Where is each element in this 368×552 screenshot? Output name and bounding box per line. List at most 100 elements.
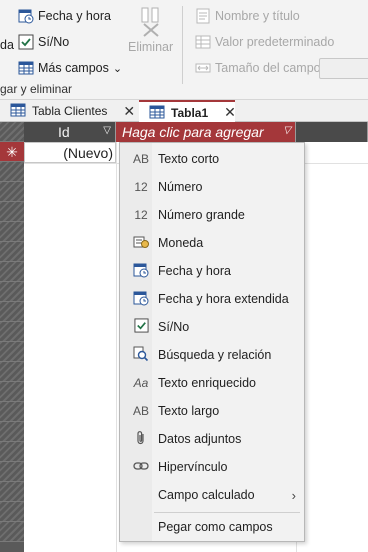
table-icon bbox=[149, 105, 165, 121]
row-selector bbox=[0, 162, 24, 182]
currency-icon bbox=[132, 235, 150, 252]
new-record-marker[interactable]: ✳ bbox=[0, 142, 24, 162]
row-selector bbox=[0, 442, 24, 462]
ribbon-group-label: gar y eliminar bbox=[0, 82, 73, 96]
menu-item-label: Hipervínculo bbox=[158, 460, 228, 474]
more-fields-label: Más campos bbox=[38, 61, 109, 75]
rich-text-icon: Aa bbox=[133, 376, 149, 390]
yes-no-field-button[interactable]: Sí/No bbox=[18, 34, 69, 50]
field-size-label: Tamaño del campo bbox=[215, 61, 321, 75]
record-selector-column: ✳ bbox=[0, 122, 24, 552]
row-selector bbox=[0, 522, 24, 542]
lookup-icon bbox=[132, 346, 150, 365]
menu-item-label: Fecha y hora extendida bbox=[158, 292, 289, 306]
column-dropdown-icon[interactable]: ▽ bbox=[283, 125, 291, 136]
default-value-icon bbox=[195, 34, 211, 50]
menu-item-label: Moneda bbox=[158, 236, 204, 250]
menu-item-attachment[interactable]: Datos adjuntos bbox=[120, 425, 304, 453]
ribbon-separator bbox=[182, 6, 183, 84]
tab-label: Tabla Clientes bbox=[32, 104, 108, 118]
menu-item-long-text[interactable]: AB Texto largo bbox=[120, 397, 304, 425]
menu-item-label: Campo calculado bbox=[158, 488, 255, 502]
menu-item-label: Fecha y hora bbox=[158, 264, 231, 278]
date-time-icon bbox=[132, 262, 150, 281]
menu-item-calculated-field[interactable]: Campo calculado › bbox=[120, 481, 304, 509]
name-caption-icon bbox=[195, 8, 211, 24]
column-header-add-field[interactable]: Haga clic para agregar ▽ bbox=[116, 122, 296, 142]
menu-item-label: Búsqueda y relación bbox=[158, 348, 272, 362]
name-caption-button[interactable]: Nombre y título bbox=[195, 8, 300, 24]
tab-tabla1[interactable]: Tabla1 ✕ bbox=[139, 100, 236, 123]
column-dropdown-icon[interactable]: ▽ bbox=[103, 125, 111, 136]
chevron-right-icon: › bbox=[291, 487, 296, 503]
menu-item-label: Sí/No bbox=[158, 320, 190, 334]
menu-item-yes-no[interactable]: Sí/No bbox=[120, 313, 304, 341]
delete-icon bbox=[138, 6, 164, 38]
field-size-label-group: Tamaño del campo bbox=[195, 60, 321, 76]
name-caption-label: Nombre y título bbox=[215, 9, 300, 23]
menu-item-label: Pegar como campos bbox=[158, 520, 273, 534]
menu-item-hyperlink[interactable]: Hipervínculo bbox=[120, 453, 304, 481]
tab-tabla-clientes[interactable]: Tabla Clientes ✕ bbox=[0, 100, 139, 122]
field-size-input[interactable] bbox=[319, 58, 368, 79]
menu-item-number[interactable]: 12 Número bbox=[120, 173, 304, 201]
table-icon bbox=[10, 103, 26, 119]
checkbox-icon bbox=[132, 318, 150, 336]
menu-item-label: Datos adjuntos bbox=[158, 432, 242, 446]
row-selector bbox=[0, 262, 24, 282]
row-selector bbox=[0, 302, 24, 322]
date-time-field-button[interactable]: Fecha y hora bbox=[18, 8, 111, 24]
column-header-id[interactable]: Id ▽ bbox=[24, 122, 116, 142]
paperclip-icon bbox=[132, 430, 150, 449]
grid-line bbox=[116, 142, 117, 552]
row-selector bbox=[0, 382, 24, 402]
select-all-corner[interactable] bbox=[0, 122, 24, 142]
row-selector bbox=[0, 402, 24, 422]
menu-item-rich-text[interactable]: Aa Texto enriquecido bbox=[120, 369, 304, 397]
row-selector bbox=[0, 182, 24, 202]
row-selector bbox=[0, 282, 24, 302]
close-icon[interactable]: ✕ bbox=[224, 104, 236, 121]
row-selector bbox=[0, 482, 24, 502]
default-value-label: Valor predeterminado bbox=[215, 35, 335, 49]
row-selector bbox=[0, 462, 24, 482]
menu-item-label: Número grande bbox=[158, 208, 245, 222]
checkbox-icon bbox=[18, 34, 34, 50]
menu-item-lookup[interactable]: Búsqueda y relación bbox=[120, 341, 304, 369]
new-record-id-cell[interactable]: (Nuevo) bbox=[24, 142, 116, 163]
large-number-icon: 12 bbox=[134, 208, 148, 222]
long-text-icon: AB bbox=[132, 404, 149, 418]
row-selector bbox=[0, 342, 24, 362]
field-type-menu: AB Texto corto 12 Número 12 Número grand… bbox=[119, 142, 305, 542]
row-selector bbox=[0, 202, 24, 222]
menu-item-currency[interactable]: Moneda bbox=[120, 229, 304, 257]
tab-label: Tabla1 bbox=[171, 105, 209, 120]
delete-field-button[interactable]: Eliminar bbox=[128, 6, 173, 54]
row-selector bbox=[0, 242, 24, 262]
column-header-empty bbox=[296, 122, 368, 142]
row-selector bbox=[0, 502, 24, 522]
menu-item-date-time-extended[interactable]: Fecha y hora extendida bbox=[120, 285, 304, 313]
menu-item-paste-as-fields[interactable]: Pegar como campos bbox=[120, 513, 304, 541]
date-time-label: Fecha y hora bbox=[38, 9, 111, 23]
menu-item-label: Número bbox=[158, 180, 203, 194]
link-icon bbox=[132, 460, 150, 475]
close-icon[interactable]: ✕ bbox=[123, 103, 135, 120]
field-size-icon bbox=[195, 60, 211, 76]
menu-item-date-time[interactable]: Fecha y hora bbox=[120, 257, 304, 285]
menu-item-label: Texto largo bbox=[158, 404, 220, 418]
column-header-label: Id bbox=[58, 124, 70, 140]
ribbon-cut-label: da bbox=[0, 38, 14, 52]
row-selector bbox=[0, 222, 24, 242]
row-selector bbox=[0, 362, 24, 382]
menu-item-large-number[interactable]: 12 Número grande bbox=[120, 201, 304, 229]
default-value-button[interactable]: Valor predeterminado bbox=[195, 34, 334, 50]
number-icon: 12 bbox=[134, 180, 148, 194]
date-time-icon bbox=[18, 8, 34, 24]
document-tabs: Tabla Clientes ✕ Tabla1 ✕ bbox=[0, 100, 368, 123]
short-text-icon: AB bbox=[132, 152, 149, 166]
menu-item-short-text[interactable]: AB Texto corto bbox=[120, 145, 304, 173]
row-selector bbox=[0, 422, 24, 442]
more-fields-button[interactable]: Más campos ⌄ bbox=[18, 60, 122, 76]
ribbon: da Fecha y hora Sí/No Más campos ⌄ Elimi… bbox=[0, 0, 368, 100]
